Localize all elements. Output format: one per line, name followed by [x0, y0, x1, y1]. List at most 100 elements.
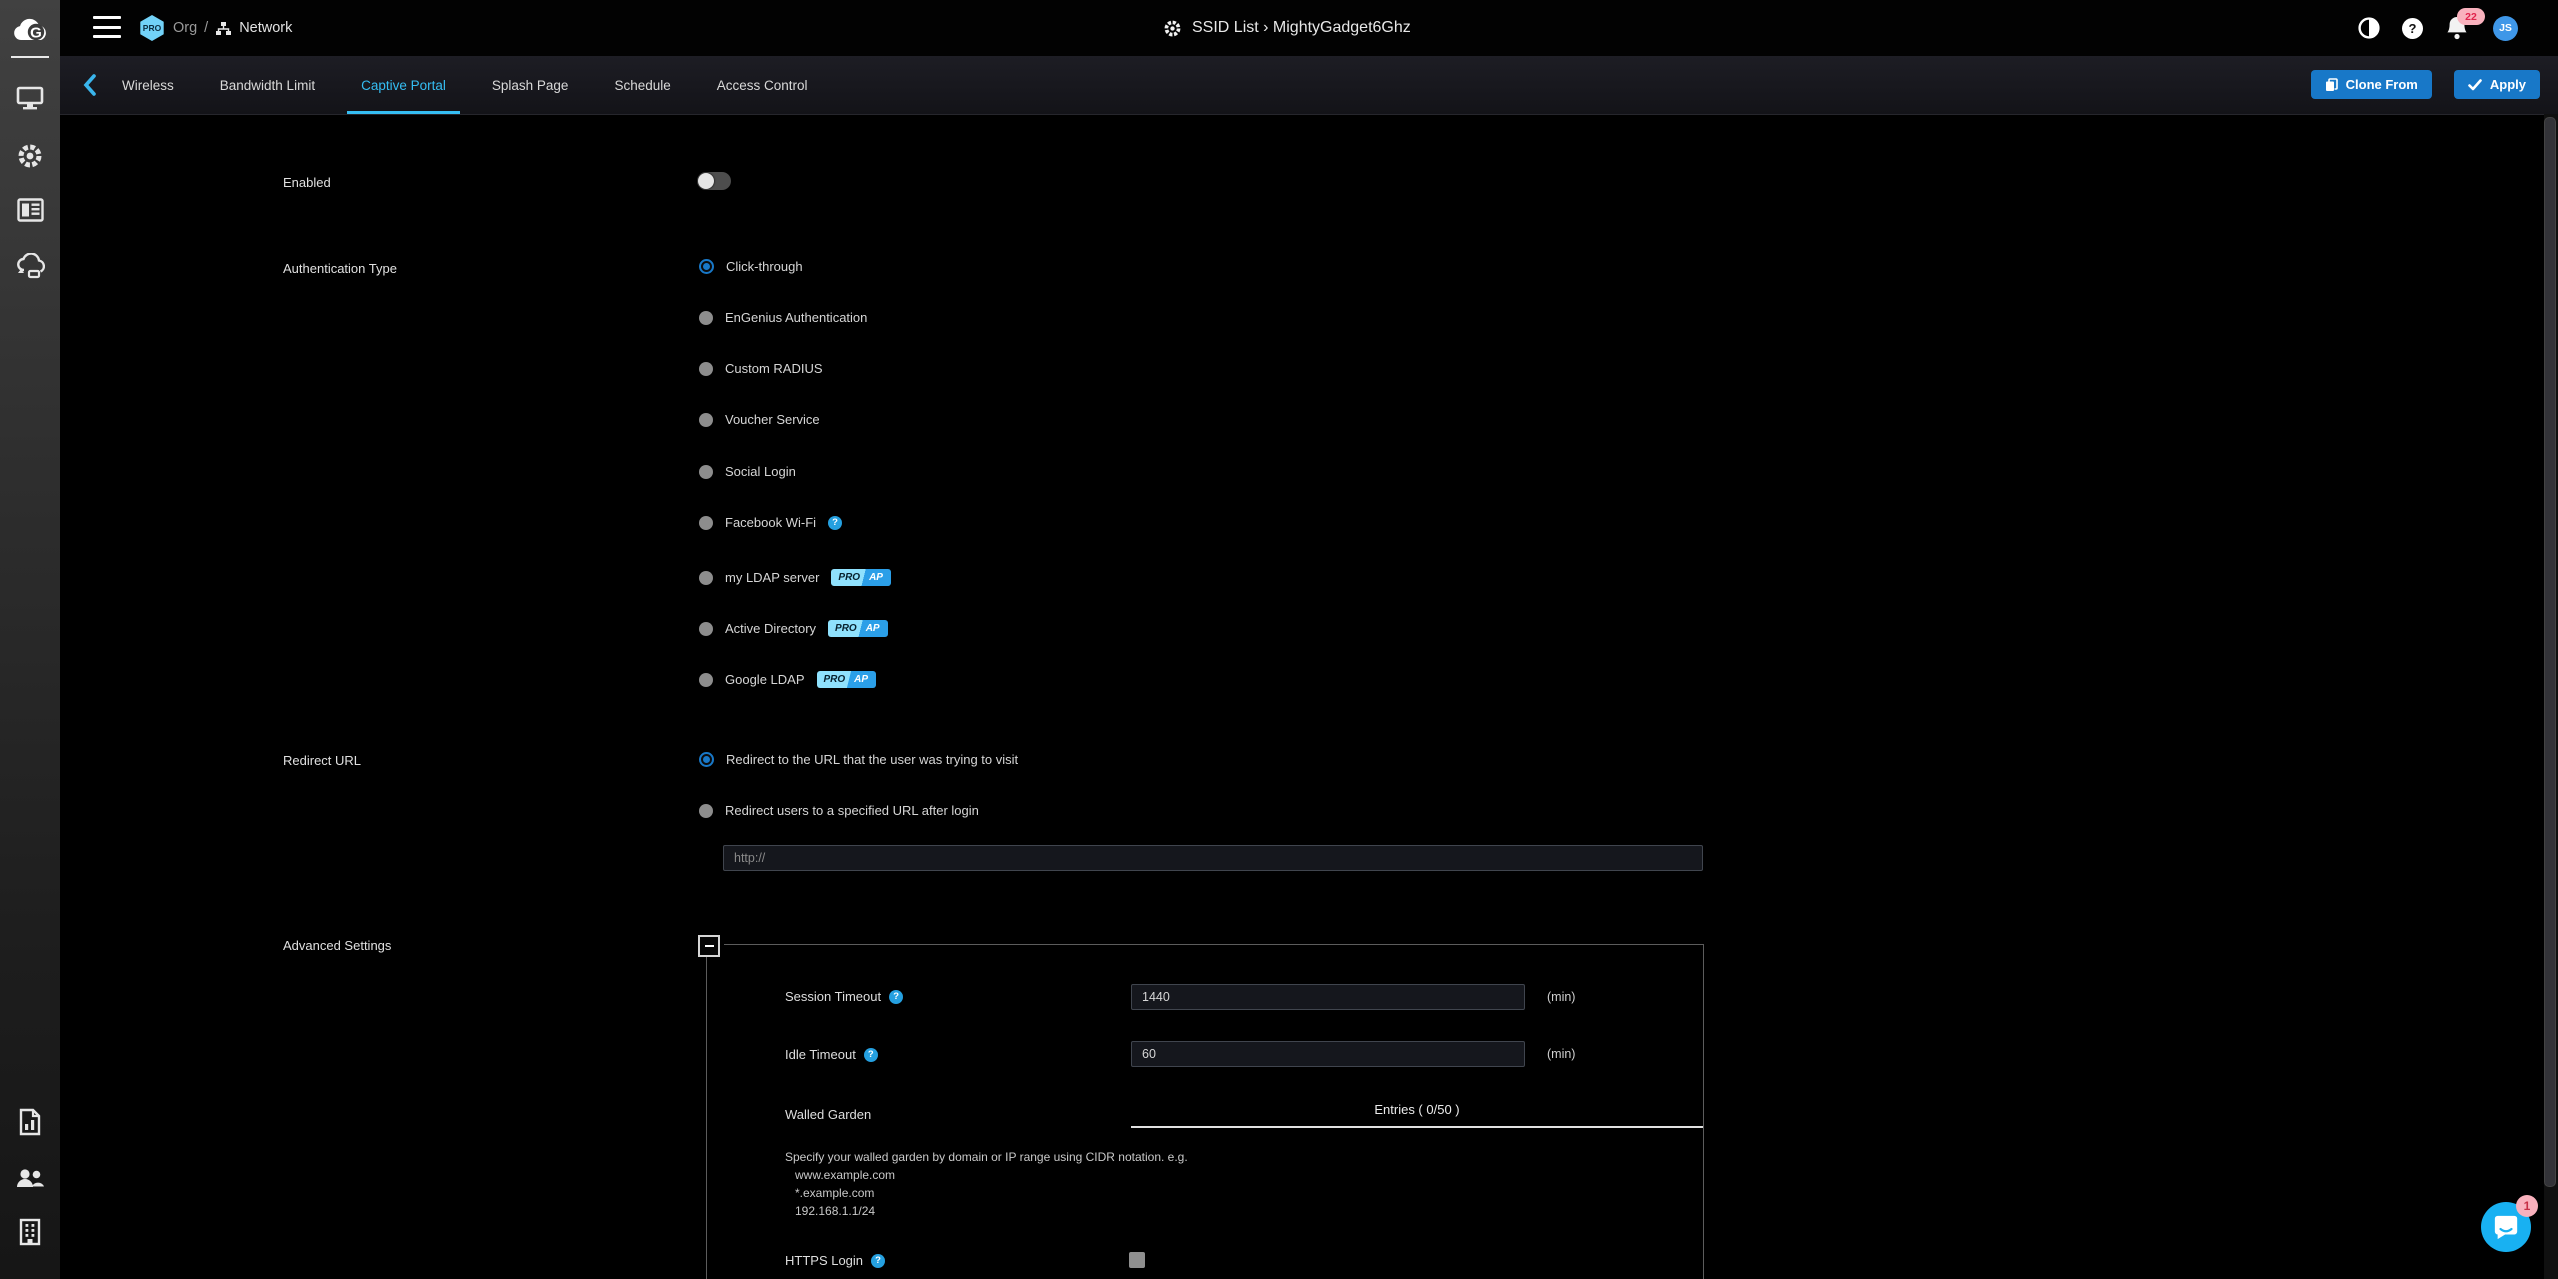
- ssid-settings-gear-icon[interactable]: [1163, 19, 1182, 38]
- radio-selected-icon[interactable]: [699, 259, 714, 274]
- tab-wireless[interactable]: Wireless: [120, 56, 176, 114]
- https-login-label: HTTPS Login: [785, 1253, 864, 1268]
- session-timeout-help-icon[interactable]: ?: [889, 989, 904, 1004]
- session-timeout-row-label: Session Timeout ?: [785, 989, 904, 1004]
- clone-from-button[interactable]: Clone From: [2310, 70, 2432, 99]
- radio-icon[interactable]: [699, 570, 713, 585]
- redirect-url-input[interactable]: [723, 845, 1703, 871]
- engenius-cloud-logo[interactable]: G: [0, 12, 60, 50]
- walled-garden-hint-text: Specify your walled garden by domain or …: [785, 1150, 1188, 1164]
- authentication-type-label: Authentication Type: [283, 261, 397, 276]
- walled-garden-example: *.example.com: [795, 1186, 875, 1200]
- radio-icon[interactable]: [699, 412, 713, 427]
- enabled-toggle[interactable]: [697, 172, 731, 190]
- radio-icon[interactable]: [699, 361, 713, 376]
- avatar[interactable]: JS: [2493, 15, 2518, 41]
- check-icon: [2468, 78, 2482, 90]
- breadcrumb-network[interactable]: Network: [239, 20, 292, 36]
- idle-timeout-input[interactable]: [1131, 1041, 1525, 1067]
- pro-badge: PRO: [140, 15, 164, 41]
- sidebar-item-reports[interactable]: [0, 1100, 60, 1144]
- chat-unread-badge: 1: [2516, 1195, 2538, 1217]
- panel-border-right: [1703, 944, 1704, 1279]
- collapse-toggle[interactable]: [698, 935, 720, 957]
- walled-garden-example: 192.168.1.1/24: [795, 1204, 876, 1218]
- auth-option-voucher-service[interactable]: Voucher Service: [699, 412, 820, 427]
- topbar-actions: ? 22 JS: [2358, 0, 2518, 56]
- pro-ap-badge: PRO AP: [816, 671, 877, 688]
- cloud-sync-icon: [17, 253, 45, 279]
- hamburger-menu-button[interactable]: [93, 16, 121, 38]
- theme-toggle-icon[interactable]: [2358, 17, 2380, 39]
- svg-text:G: G: [30, 25, 42, 42]
- sidebar-item-firmware[interactable]: [0, 244, 60, 288]
- https-login-checkbox[interactable]: [1129, 1252, 1145, 1268]
- radio-icon[interactable]: [699, 672, 713, 687]
- session-timeout-input[interactable]: [1131, 984, 1525, 1010]
- cloud-logo-icon: G: [14, 18, 46, 42]
- network-icon: [216, 21, 232, 35]
- facebook-wifi-help-icon[interactable]: ?: [828, 515, 843, 530]
- apply-button[interactable]: Apply: [2453, 70, 2540, 99]
- sidebar-item-topology[interactable]: [0, 188, 60, 232]
- gear-icon: [18, 144, 42, 168]
- enabled-label: Enabled: [283, 175, 331, 190]
- tab-list: Wireless Bandwidth Limit Captive Portal …: [120, 56, 810, 114]
- sidebar-item-team[interactable]: [0, 1156, 60, 1200]
- auth-option-facebook-wifi[interactable]: Facebook Wi-Fi ?: [699, 515, 843, 530]
- sidebar-item-settings[interactable]: [0, 134, 60, 178]
- breadcrumb-org[interactable]: Org: [173, 20, 197, 36]
- help-icon[interactable]: ?: [2402, 17, 2423, 39]
- radio-icon[interactable]: [699, 621, 713, 636]
- tab-bandwidth-limit[interactable]: Bandwidth Limit: [218, 56, 317, 114]
- redirect-option-original-url[interactable]: Redirect to the URL that the user was tr…: [699, 752, 1018, 767]
- pro-ap-badge: PRO AP: [831, 569, 891, 586]
- auth-option-engenius-authentication[interactable]: EnGenius Authentication: [699, 310, 867, 325]
- minus-icon: [704, 945, 714, 947]
- radio-icon[interactable]: [699, 464, 713, 479]
- auth-option-click-through[interactable]: Click-through: [699, 259, 803, 274]
- back-button[interactable]: [76, 70, 102, 100]
- auth-option-label: Click-through: [726, 259, 803, 274]
- pro-badge-text: PRO: [838, 572, 861, 583]
- redirect-option-specified-url[interactable]: Redirect users to a specified URL after …: [699, 803, 979, 818]
- auth-option-active-directory[interactable]: Active Directory PRO AP: [699, 620, 888, 637]
- sidebar-item-devices[interactable]: [0, 76, 60, 120]
- auth-option-google-ldap[interactable]: Google LDAP PRO AP: [699, 671, 877, 688]
- clone-icon: [2325, 77, 2338, 91]
- radio-icon[interactable]: [699, 310, 713, 325]
- top-bar: PRO Org / Network SSID List › MightyGadg…: [60, 0, 2558, 56]
- building-icon: [19, 1218, 41, 1246]
- tab-access-control[interactable]: Access Control: [715, 56, 810, 114]
- radio-selected-icon[interactable]: [699, 752, 714, 767]
- scrollbar-thumb[interactable]: [2544, 117, 2556, 1187]
- auth-option-social-login[interactable]: Social Login: [699, 464, 796, 479]
- walled-garden-entries-header[interactable]: Entries ( 0/50 ): [1131, 1102, 1703, 1117]
- auth-option-label: Facebook Wi-Fi: [725, 515, 817, 530]
- sidebar-item-organization[interactable]: [0, 1210, 60, 1254]
- tab-schedule[interactable]: Schedule: [612, 56, 672, 114]
- auth-option-label: Custom RADIUS: [725, 361, 823, 376]
- auth-option-label: Google LDAP: [725, 672, 805, 687]
- auth-option-my-ldap-server[interactable]: my LDAP server PRO AP: [699, 569, 891, 586]
- tab-captive-portal[interactable]: Captive Portal: [347, 56, 460, 114]
- notifications-button[interactable]: 22: [2445, 8, 2485, 41]
- pro-badge-text: PRO: [835, 623, 857, 634]
- ap-badge-text: AP: [865, 623, 880, 634]
- auth-option-label: Social Login: [725, 464, 796, 479]
- session-timeout-unit: (min): [1547, 990, 1576, 1004]
- sidebar: G: [0, 0, 60, 1279]
- redirect-url-label: Redirect URL: [283, 753, 362, 768]
- idle-timeout-help-icon[interactable]: ?: [863, 1047, 878, 1062]
- auth-option-label: my LDAP server: [725, 570, 820, 585]
- tab-splash-page[interactable]: Splash Page: [490, 56, 571, 114]
- radio-icon[interactable]: [699, 803, 713, 818]
- sidebar-divider: [11, 56, 49, 58]
- pro-ap-badge: PRO AP: [828, 620, 888, 637]
- radio-icon[interactable]: [699, 515, 713, 530]
- auth-option-custom-radius[interactable]: Custom RADIUS: [699, 361, 823, 376]
- https-login-help-icon[interactable]: ?: [871, 1253, 886, 1268]
- auth-option-label: Active Directory: [725, 621, 817, 636]
- session-timeout-label: Session Timeout: [785, 989, 882, 1004]
- apply-label: Apply: [2489, 77, 2526, 92]
